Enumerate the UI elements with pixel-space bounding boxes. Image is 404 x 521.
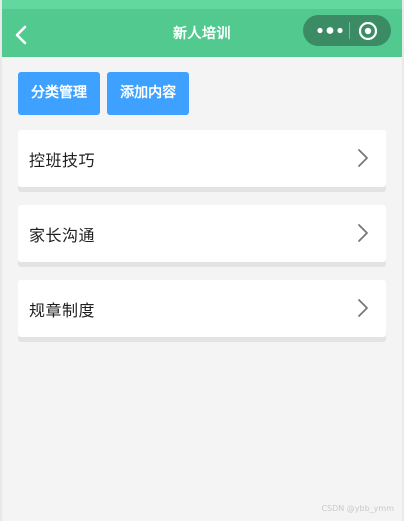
menu-capsule xyxy=(303,15,391,46)
page: 新人培训 分类管理 添加内容 控班技巧 家长沟通 规章制度 CSDN @ybb_… xyxy=(0,0,404,521)
chevron-right-icon xyxy=(358,299,368,317)
action-buttons: 分类管理 添加内容 xyxy=(18,72,191,115)
list-item-label: 家长沟通 xyxy=(29,226,96,245)
capsule-divider xyxy=(349,22,350,39)
category-manage-button[interactable]: 分类管理 xyxy=(18,72,100,115)
list-item[interactable]: 家长沟通 xyxy=(18,205,386,262)
training-category-list: 控班技巧 家长沟通 规章制度 xyxy=(18,130,386,355)
list-item[interactable]: 控班技巧 xyxy=(18,130,386,187)
list-item-label: 控班技巧 xyxy=(29,151,96,170)
list-item-label: 规章制度 xyxy=(29,301,96,320)
chevron-right-icon xyxy=(358,224,368,242)
target-icon[interactable] xyxy=(357,20,379,42)
watermark: CSDN @ybb_ymm xyxy=(321,504,394,513)
chevron-right-icon xyxy=(358,149,368,167)
list-item[interactable]: 规章制度 xyxy=(18,280,386,337)
add-content-button[interactable]: 添加内容 xyxy=(107,72,190,115)
navigation-bar: 新人培训 xyxy=(2,0,402,57)
more-dots-icon[interactable] xyxy=(313,15,347,46)
